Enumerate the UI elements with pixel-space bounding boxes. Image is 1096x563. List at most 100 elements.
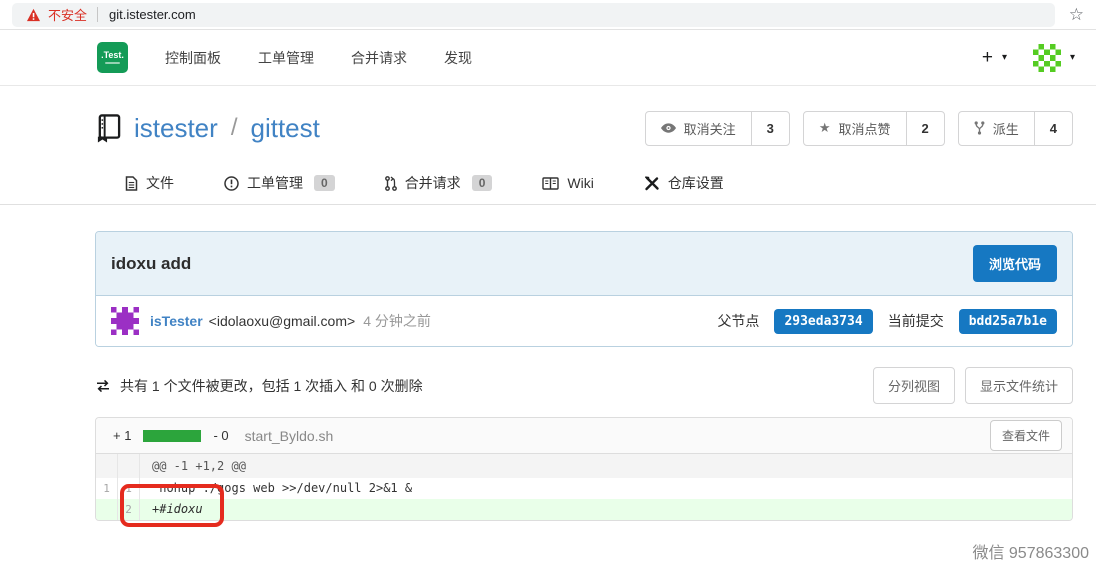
- url-field[interactable]: 不安全 git.istester.com: [12, 3, 1055, 27]
- additions-bar: [143, 430, 201, 442]
- diff-summary-text: 共有 1 个文件被更改，包括 1 次插入 和 0 次删除: [120, 376, 423, 396]
- tab-files-label: 文件: [146, 173, 174, 193]
- tab-pull-requests[interactable]: 合并请求 0: [385, 173, 493, 193]
- unstar-label: 取消点赞: [839, 119, 891, 138]
- gutter-new: [118, 454, 140, 478]
- unwatch-button-group: 取消关注 3: [645, 111, 790, 146]
- commit-box: idoxu add 浏览代码 isTester <idolaoxu@gmail.…: [95, 231, 1073, 347]
- pull-request-icon: [385, 176, 397, 191]
- diff-summary-row: 共有 1 个文件被更改，包括 1 次插入 和 0 次删除 分列视图 显示文件统计: [95, 367, 1073, 404]
- tab-repo-settings[interactable]: 仓库设置: [644, 173, 724, 193]
- repo-book-icon: [95, 113, 122, 143]
- deletions-count: - 0: [213, 428, 228, 443]
- fork-icon: [974, 121, 985, 135]
- brand-logo-text: .Test.: [101, 51, 124, 60]
- parent-commit-label: 父节点: [717, 311, 759, 331]
- parent-commit-sha[interactable]: 293eda3734: [774, 309, 872, 334]
- red-annotation-box: [120, 484, 224, 527]
- gutter-old-line-number[interactable]: 1: [96, 478, 118, 499]
- repo-tabs: 文件 工单管理 0: [95, 162, 1073, 204]
- current-commit-label: 当前提交: [888, 311, 944, 331]
- star-icon: ★: [819, 120, 831, 136]
- commit-header: idoxu add 浏览代码: [96, 232, 1072, 296]
- chevron-down-icon: ▾: [1002, 52, 1007, 63]
- diff-view-buttons: 分列视图 显示文件统计: [873, 367, 1073, 404]
- commit-time: 4 分钟之前: [363, 311, 431, 331]
- plus-icon: +: [982, 48, 993, 67]
- hunk-header-text: @@ -1 +1,2 @@: [140, 454, 1072, 478]
- commit-sha-group: 父节点 293eda3734 当前提交 bdd25a7b1e: [717, 309, 1057, 334]
- diff-file-name: start_Byldo.sh: [245, 428, 334, 444]
- bookmark-star-icon[interactable]: ☆: [1069, 6, 1084, 23]
- browser-bar: 不安全 git.istester.com ☆: [0, 0, 1096, 30]
- diff-line-text: +#idoxu: [140, 499, 1072, 520]
- issue-icon: [224, 176, 239, 191]
- fork-label: 派生: [993, 119, 1019, 138]
- tab-repo-settings-label: 仓库设置: [668, 173, 724, 193]
- diff-file-header: + 1 - 0 start_Byldo.sh 查看文件: [96, 418, 1072, 454]
- diff-line-context: 1 1 nohup ./gogs web >>/dev/null 2>&1 &: [96, 478, 1072, 499]
- gutter-old: [96, 454, 118, 478]
- tab-issues-label: 工单管理: [247, 173, 303, 193]
- pull-requests-count-badge: 0: [472, 175, 493, 191]
- unwatch-label: 取消关注: [684, 119, 736, 138]
- repo-header: istester / gittest 取消关注 3: [95, 86, 1073, 148]
- diff-line-text: nohup ./gogs web >>/dev/null 2>&1 &: [140, 478, 1072, 499]
- repo-title: istester / gittest: [95, 113, 320, 144]
- tab-issues[interactable]: 工单管理 0: [224, 173, 335, 193]
- view-file-button[interactable]: 查看文件: [990, 420, 1062, 451]
- brand-logo-subline: [105, 62, 120, 64]
- tab-wiki-label: Wiki: [567, 175, 593, 191]
- show-file-stats-button[interactable]: 显示文件统计: [965, 367, 1073, 404]
- nav-item-explore[interactable]: 发现: [444, 48, 472, 68]
- diff-table: @@ -1 +1,2 @@ 1 1 nohup ./gogs web >>/de…: [96, 454, 1072, 520]
- commit-message: idoxu add: [111, 254, 191, 274]
- url-text[interactable]: git.istester.com: [109, 7, 196, 22]
- additions-count: + 1: [113, 428, 131, 443]
- tools-icon: [644, 176, 660, 191]
- author-avatar-identicon: [111, 307, 139, 335]
- watermark-text: 微信 957863300: [972, 539, 1089, 563]
- nav-item-dashboard[interactable]: 控制面板: [165, 48, 221, 68]
- repo-name-link[interactable]: gittest: [250, 113, 319, 144]
- brand-logo[interactable]: .Test.: [97, 42, 128, 73]
- watchers-count[interactable]: 3: [751, 112, 789, 145]
- author-name-link[interactable]: isTester: [150, 313, 203, 329]
- fork-button-group: 派生 4: [958, 111, 1073, 146]
- fork-button[interactable]: 派生: [959, 112, 1034, 145]
- nav-item-pull-requests[interactable]: 合并请求: [351, 48, 407, 68]
- tab-pull-requests-label: 合并请求: [405, 173, 461, 193]
- diff-line-added: 2 +#idoxu: [96, 499, 1072, 520]
- tab-files[interactable]: 文件: [125, 173, 174, 193]
- issues-count-badge: 0: [314, 175, 335, 191]
- gutter-old-line-number[interactable]: [96, 499, 118, 520]
- repo-tabs-strip: 文件 工单管理 0: [0, 162, 1096, 205]
- wiki-book-icon: [542, 177, 559, 190]
- repo-path-separator: /: [231, 114, 238, 142]
- security-warning-label[interactable]: 不安全: [48, 5, 87, 24]
- diff-hunk-row: @@ -1 +1,2 @@: [96, 454, 1072, 478]
- repo-owner-link[interactable]: istester: [134, 113, 218, 144]
- browse-code-button[interactable]: 浏览代码: [973, 245, 1057, 282]
- security-warning-icon[interactable]: [26, 8, 41, 22]
- stars-count[interactable]: 2: [906, 112, 944, 145]
- unstar-button-group: ★ 取消点赞 2: [803, 111, 945, 146]
- author-email: <idolaoxu@gmail.com>: [209, 313, 356, 329]
- unwatch-button[interactable]: 取消关注: [646, 112, 751, 145]
- diff-changes-icon: [95, 379, 111, 393]
- split-view-button[interactable]: 分列视图: [873, 367, 955, 404]
- nav-item-issues[interactable]: 工单管理: [258, 48, 314, 68]
- file-icon: [125, 176, 138, 191]
- navbar: .Test. 控制面板 工单管理 合并请求 发现 + ▾: [0, 30, 1096, 86]
- current-commit-sha[interactable]: bdd25a7b1e: [959, 309, 1057, 334]
- eye-icon: [661, 123, 676, 133]
- unstar-button[interactable]: ★ 取消点赞: [804, 112, 906, 145]
- create-new-dropdown[interactable]: + ▾: [982, 48, 1007, 67]
- commit-meta-row: isTester <idolaoxu@gmail.com> 4 分钟之前 父节点…: [96, 296, 1072, 346]
- user-menu[interactable]: ▾: [1033, 44, 1075, 72]
- user-avatar-identicon: [1033, 44, 1061, 72]
- chevron-down-icon: ▾: [1070, 52, 1075, 63]
- url-separator: [97, 7, 98, 22]
- tab-wiki[interactable]: Wiki: [542, 175, 593, 191]
- forks-count[interactable]: 4: [1034, 112, 1072, 145]
